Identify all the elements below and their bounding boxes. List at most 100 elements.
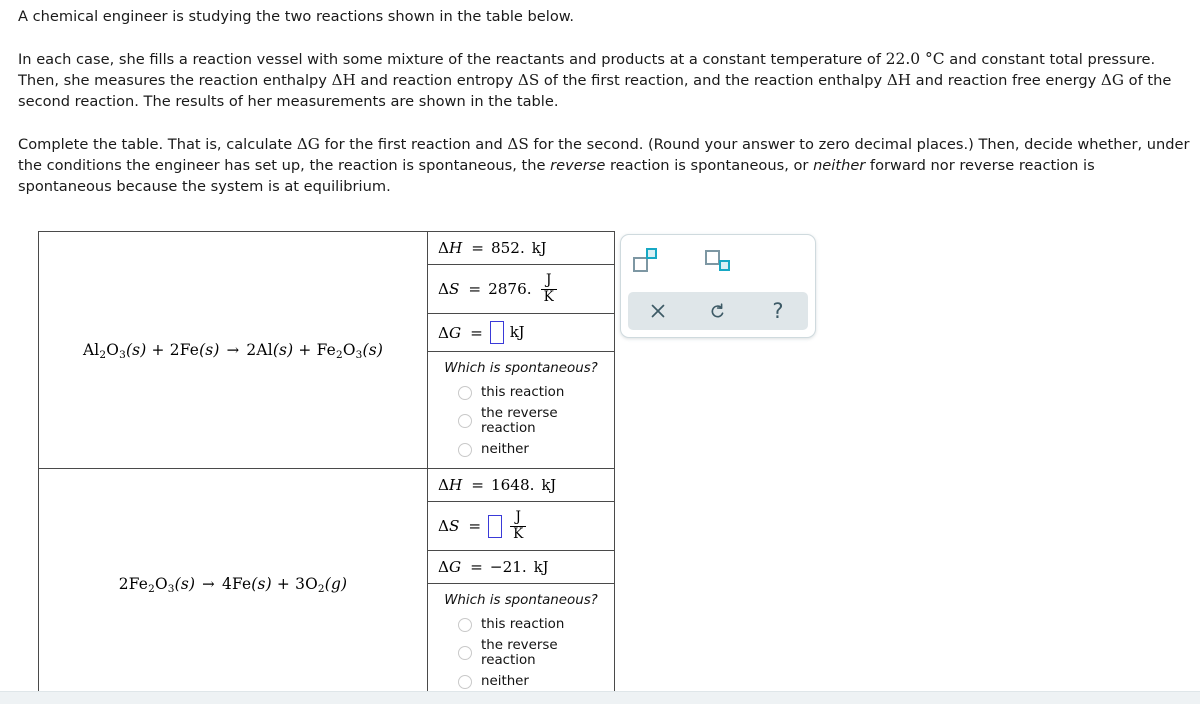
delta-g-row-1: ΔG = kJ: [428, 314, 614, 351]
delta-s-row-2: ΔS = J K: [428, 502, 614, 550]
reaction-arrow-icon: →: [202, 575, 215, 594]
delta-s-row-1: ΔS = 2876. J K: [428, 265, 614, 313]
delta-s-cell-1: ΔS = 2876. J K: [427, 264, 615, 314]
reaction-equation-1: Al2O3(s) + 2Fe(s) → 2Al(s) + Fe2O3(s): [82, 340, 384, 361]
subscript-icon[interactable]: [705, 248, 735, 274]
unit-denominator: K: [540, 288, 557, 305]
joules-per-kelvin-unit-2: J K: [510, 509, 527, 542]
equals-sign: =: [471, 239, 484, 257]
input-tool-palette: ?: [620, 234, 816, 338]
radio-label: this reaction: [481, 617, 565, 632]
radio-option-this-reaction-2[interactable]: this reaction: [428, 614, 614, 635]
statement-paragraph-2: In each case, she fills a reaction vesse…: [18, 49, 1190, 112]
delta-g-symbol: ΔG: [1100, 71, 1125, 89]
delta-s-value-1: 2876.: [488, 280, 532, 298]
spontaneity-group-2: Which is spontaneous? this reaction the …: [428, 584, 614, 700]
radio-label: the reverse reaction: [481, 406, 558, 436]
radio-option-reverse-reaction-1[interactable]: the reverse reaction: [428, 403, 614, 439]
delta-h-unit-1: kJ: [531, 239, 547, 257]
table-row: Al2O3(s) + 2Fe(s)→2Al(s) + Fe2O3(s) ΔΔHH…: [38, 231, 615, 469]
delta-g-input-1[interactable]: [489, 321, 504, 344]
unit-denominator: K: [510, 525, 527, 542]
superscript-base-square: [633, 257, 648, 272]
radio-label: neither: [481, 442, 529, 457]
radio-button-icon[interactable]: [458, 385, 472, 400]
statement-text: Then, she measures the reaction enthalpy: [18, 72, 332, 89]
delta-h-row-2: ΔH = 1648. kJ: [428, 469, 614, 501]
statement-text: reaction is spontaneous, or: [605, 157, 814, 174]
undo-icon[interactable]: [701, 296, 735, 326]
palette-format-row: [621, 235, 815, 287]
table-row: 2Fe2O3(s) → 4Fe(s) + 3O2(g) ΔH = 1648. kJ: [38, 468, 615, 701]
help-icon[interactable]: ?: [761, 296, 795, 326]
delta-g-cell-2: ΔG = −21. kJ: [427, 550, 615, 584]
unit-numerator: J: [545, 272, 552, 289]
radio-button-icon[interactable]: [458, 617, 472, 632]
spontaneity-question-2: Which is spontaneous?: [444, 593, 598, 608]
emphasis-reverse: reverse: [550, 157, 606, 174]
spontaneity-group-1: Which is spontaneous? this reaction the …: [428, 352, 614, 468]
joules-per-kelvin-unit-1: J K: [540, 272, 557, 305]
radio-button-icon[interactable]: [458, 442, 472, 457]
delta-h-value-1: 852.: [490, 239, 525, 257]
statement-paragraph-1: A chemical engineer is studying the two …: [18, 6, 1190, 27]
radio-button-icon[interactable]: [458, 674, 472, 689]
unit-numerator: J: [515, 509, 521, 526]
radio-option-this-reaction-1[interactable]: this reaction: [428, 382, 614, 403]
radio-label: this reaction: [481, 385, 565, 400]
spontaneity-question-1: Which is spontaneous?: [444, 361, 598, 376]
reactions-table: Al2O3(s) + 2Fe(s)→2Al(s) + Fe2O3(s) ΔΔHH…: [38, 231, 615, 701]
delta-s-cell-2: ΔS = J K: [427, 501, 615, 551]
delta-g-label-2: ΔG: [438, 558, 462, 576]
radio-option-reverse-reaction-2[interactable]: the reverse reaction: [428, 635, 614, 671]
radio-button-icon[interactable]: [458, 646, 472, 660]
statement-text: for the first reaction and: [319, 136, 508, 153]
superscript-icon[interactable]: [633, 248, 663, 274]
statement-text: and reaction free energy: [911, 72, 1101, 89]
radio-option-neither-2[interactable]: neither: [428, 671, 614, 692]
reaction-equation-cell-1: Al2O3(s) + 2Fe(s) → 2Al(s) + Fe2O3(s): [38, 231, 428, 469]
radio-button-icon[interactable]: [458, 414, 472, 428]
spontaneity-cell-2: Which is spontaneous? this reaction the …: [427, 583, 615, 701]
spontaneity-cell-1: Which is spontaneous? this reaction the …: [427, 351, 615, 469]
equals-sign: =: [468, 280, 482, 298]
equals-sign: =: [470, 323, 483, 342]
emphasis-neither: neither: [813, 157, 866, 174]
delta-g-value-2: −21.: [489, 558, 527, 576]
statement-text: In each case, she fills a reaction vesse…: [18, 51, 886, 68]
delta-g-cell-1: ΔG = kJ: [427, 313, 615, 352]
delta-s-input-2[interactable]: [488, 514, 503, 538]
subscript-index-square: [719, 260, 730, 271]
delta-h-label-2: ΔH: [438, 476, 463, 494]
statement-line: A chemical engineer is studying the two …: [18, 8, 575, 25]
equals-sign: =: [471, 476, 484, 494]
reaction-equation-2: 2Fe2O3(s) → 4Fe(s) + 3O2(g): [118, 575, 348, 595]
delta-h-symbol: ΔH: [331, 71, 356, 89]
help-glyph: ?: [772, 298, 784, 323]
delta-s-symbol: ΔS: [517, 71, 540, 89]
delta-g-unit-2: kJ: [533, 558, 549, 576]
delta-h-label-1: ΔΔHH: [438, 239, 463, 257]
statement-text: Complete the table. That is, calculate: [18, 136, 297, 153]
equals-sign: =: [470, 558, 483, 576]
delta-g-symbol-3: ΔG: [296, 135, 320, 153]
clear-icon[interactable]: [641, 296, 675, 326]
delta-g-unit-1: kJ: [509, 324, 525, 341]
problem-statement: A chemical engineer is studying the two …: [18, 0, 1190, 197]
delta-h-cell-1: ΔΔHH = 852. kJ: [427, 231, 615, 265]
radio-label: the reverse reaction: [481, 638, 558, 668]
palette-action-row: ?: [628, 292, 808, 330]
subscript-base-square: [705, 250, 720, 265]
delta-h-row-1: ΔΔHH = 852. kJ: [428, 232, 614, 264]
reaction-equation-cell-2: 2Fe2O3(s) → 4Fe(s) + 3O2(g): [38, 468, 428, 701]
delta-g-row-2: ΔG = −21. kJ: [428, 551, 614, 583]
equals-sign: =: [468, 517, 482, 535]
delta-s-label-2: ΔS: [438, 517, 460, 535]
superscript-exponent-square: [646, 248, 657, 259]
statement-text: of the first reaction, and the reaction …: [539, 72, 887, 89]
reaction-arrow-icon: →: [226, 340, 240, 359]
delta-h-value-2: 1648.: [490, 476, 535, 494]
radio-option-neither-1[interactable]: neither: [428, 439, 614, 460]
delta-s-label-1: ΔS: [438, 280, 460, 298]
statement-text: and reaction entropy: [355, 72, 518, 89]
